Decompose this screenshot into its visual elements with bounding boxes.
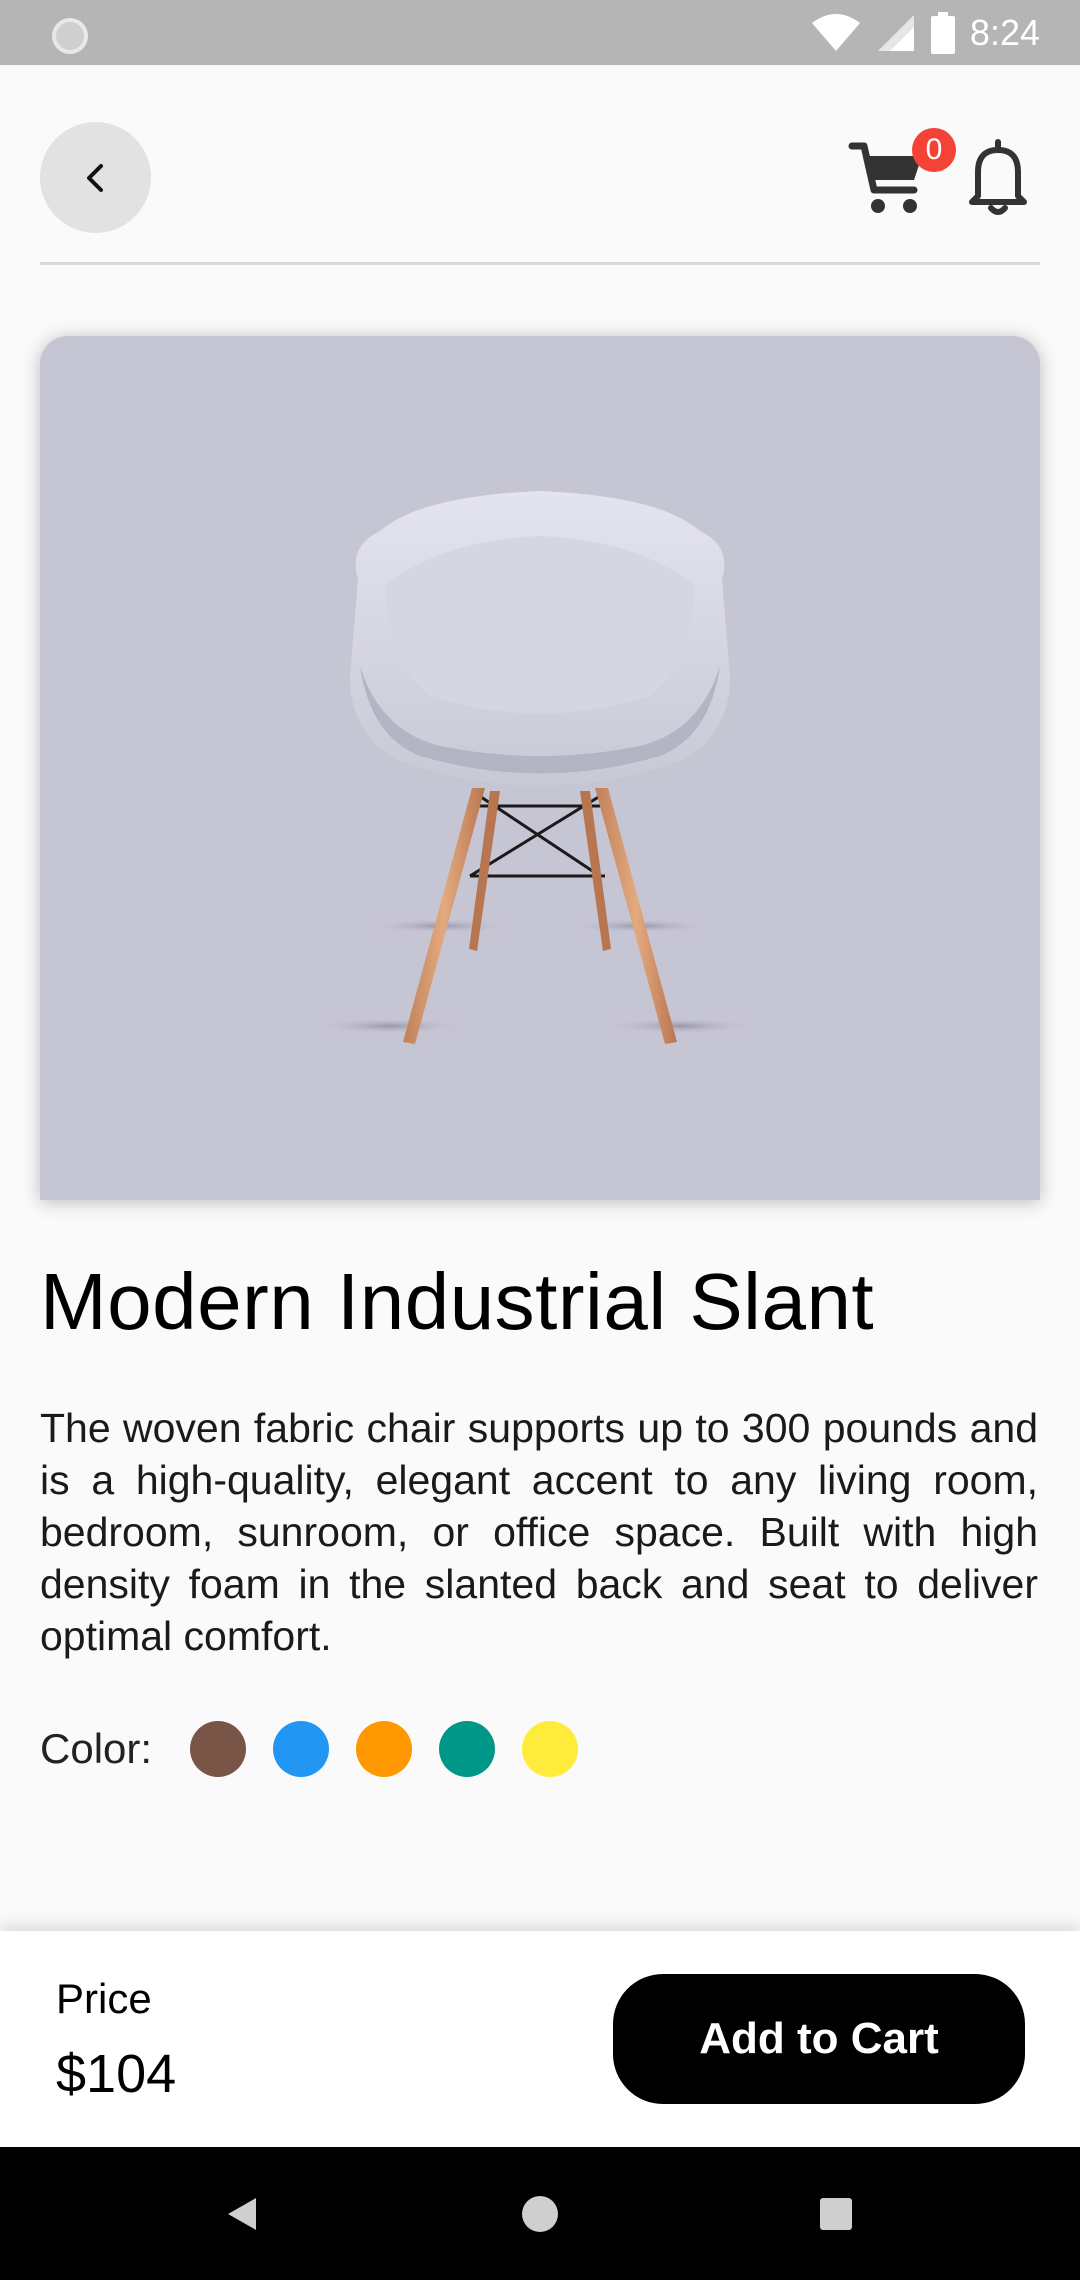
- signal-icon: [877, 15, 914, 51]
- product-image-card: [40, 336, 1040, 1200]
- bell-icon: [969, 139, 1027, 215]
- color-swatch-yellow[interactable]: [522, 1721, 579, 1777]
- back-triangle-icon: [228, 2197, 256, 2230]
- color-swatch-teal[interactable]: [439, 1721, 496, 1777]
- wifi-icon: [811, 14, 860, 51]
- product-detail-screen: 8:24 0 Modern Industrial Slant The woven…: [0, 0, 1080, 2280]
- back-button[interactable]: [40, 122, 151, 233]
- notifications-button[interactable]: [966, 136, 1030, 216]
- chevron-left-icon: [86, 163, 103, 192]
- cart-button[interactable]: 0: [848, 128, 956, 220]
- color-label: Color:: [40, 1725, 153, 1772]
- chair-image: [315, 491, 755, 1044]
- status-icons: 8:24: [810, 10, 1040, 56]
- product-description: The woven fabric chair supports up to 30…: [40, 1405, 1038, 1659]
- recents-square-icon: [820, 2197, 852, 2230]
- status-time: 8:24: [969, 12, 1040, 53]
- price-label: Price: [56, 1975, 152, 2022]
- nav-back-button[interactable]: [182, 2147, 302, 2280]
- add-to-cart-button[interactable]: Add to Cart: [613, 1974, 1025, 2104]
- status-bar: 8:24: [0, 0, 1080, 65]
- nav-recents-button[interactable]: [776, 2147, 896, 2280]
- purchase-bar: Price $104 Add to Cart: [0, 1931, 1080, 2147]
- nav-home-button[interactable]: [480, 2147, 600, 2280]
- color-swatch-brown[interactable]: [190, 1721, 247, 1777]
- notification-icon: [52, 18, 88, 54]
- system-nav-bar: [0, 2147, 1080, 2280]
- color-swatch-blue[interactable]: [273, 1721, 330, 1777]
- color-swatch-orange[interactable]: [356, 1721, 413, 1777]
- header-divider: [40, 262, 1040, 265]
- color-selector: Color:: [40, 1721, 605, 1777]
- price-value: $104: [56, 2044, 177, 2104]
- home-circle-icon: [522, 2195, 558, 2232]
- product-title: Modern Industrial Slant: [40, 1257, 875, 1346]
- battery-icon: [930, 12, 955, 54]
- cart-count-badge: 0: [912, 128, 956, 172]
